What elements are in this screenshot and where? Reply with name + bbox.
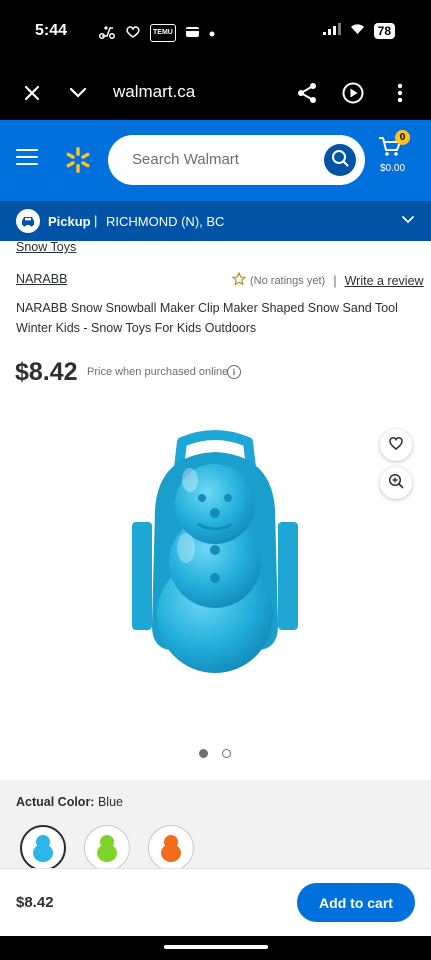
notification-icons: TEMU bbox=[98, 24, 215, 42]
pickup-location-bar[interactable]: Pickup | RICHMOND (N), BC bbox=[0, 201, 431, 241]
dot-icon bbox=[209, 26, 215, 40]
product-image[interactable] bbox=[110, 420, 320, 680]
temu-icon: TEMU bbox=[150, 24, 176, 42]
zoom-button[interactable] bbox=[380, 467, 412, 499]
system-nav-bar bbox=[0, 936, 431, 960]
color-swatch-green[interactable] bbox=[84, 825, 130, 871]
star-icon bbox=[231, 271, 247, 289]
product-title: NARABB Snow Snowball Maker Clip Maker Sh… bbox=[16, 301, 398, 335]
menu-icon[interactable] bbox=[16, 149, 38, 167]
price-note: Price when purchased online bbox=[87, 366, 229, 378]
share-icon[interactable] bbox=[292, 78, 322, 108]
wifi-icon bbox=[349, 22, 366, 40]
close-icon[interactable] bbox=[17, 78, 47, 108]
color-swatch-orange[interactable] bbox=[148, 825, 194, 871]
chevron-down-icon[interactable] bbox=[401, 213, 415, 232]
sticky-price: $8.42 bbox=[16, 894, 54, 911]
add-to-cart-button[interactable]: Add to cart bbox=[297, 883, 415, 922]
brand-link[interactable]: NARABB bbox=[16, 272, 67, 286]
rating-text: (No ratings yet) bbox=[250, 274, 326, 287]
color-label: Actual Color: Blue bbox=[16, 795, 123, 809]
heart-hand-icon bbox=[125, 25, 141, 42]
sticky-add-to-cart-bar: $8.42 Add to cart bbox=[0, 868, 431, 936]
pickup-label: Pickup bbox=[48, 214, 91, 229]
search-icon bbox=[331, 149, 349, 172]
heart-icon bbox=[388, 436, 404, 455]
pickup-car-icon bbox=[16, 209, 40, 233]
color-swatch-blue[interactable] bbox=[20, 825, 66, 871]
scooter-icon bbox=[98, 25, 116, 42]
rating-separator: | bbox=[333, 273, 337, 288]
signal-icon bbox=[322, 22, 341, 40]
zoom-in-icon bbox=[388, 473, 404, 494]
product-price: $8.42 bbox=[15, 358, 78, 386]
breadcrumb[interactable]: Snow Toys bbox=[16, 240, 76, 254]
more-options-icon[interactable] bbox=[385, 78, 415, 108]
browser-toolbar: walmart.ca bbox=[0, 66, 431, 120]
cart-count-badge: 0 bbox=[395, 130, 410, 145]
system-icons: 78 bbox=[322, 22, 395, 40]
home-indicator[interactable] bbox=[164, 945, 268, 949]
favorite-button[interactable] bbox=[380, 429, 412, 461]
carousel-dot-2[interactable] bbox=[222, 749, 231, 758]
search-bar[interactable]: Search Walmart bbox=[108, 135, 365, 185]
pickup-location: RICHMOND (N), BC bbox=[106, 214, 225, 229]
info-icon[interactable]: i bbox=[227, 365, 241, 379]
battery-indicator: 78 bbox=[373, 23, 395, 39]
play-icon[interactable] bbox=[338, 78, 368, 108]
status-bar: 5:44 TEMU 78 bbox=[0, 0, 431, 66]
carousel-dot-1[interactable] bbox=[199, 749, 208, 758]
cart-total: $0.00 bbox=[380, 163, 406, 174]
color-value: Blue bbox=[97, 795, 123, 809]
walmart-spark-logo[interactable] bbox=[64, 146, 92, 174]
search-button[interactable] bbox=[324, 144, 356, 176]
write-review-link[interactable]: Write a review bbox=[345, 274, 424, 288]
status-time: 5:44 bbox=[35, 22, 68, 39]
color-label-text: Actual Color: bbox=[16, 795, 95, 809]
chevron-down-icon[interactable] bbox=[63, 78, 93, 108]
site-header: Search Walmart 0 $0.00 bbox=[0, 120, 431, 201]
image-carousel-dots bbox=[199, 749, 231, 758]
wallet-icon bbox=[185, 25, 200, 41]
url-text[interactable]: walmart.ca bbox=[113, 82, 195, 102]
search-input[interactable]: Search Walmart bbox=[132, 151, 239, 168]
pickup-separator: | bbox=[94, 213, 98, 228]
color-selector: Actual Color: Blue bbox=[0, 780, 431, 871]
cart-button[interactable]: 0 $0.00 bbox=[378, 130, 418, 184]
rating-row: (No ratings yet) | Write a review bbox=[231, 271, 424, 289]
